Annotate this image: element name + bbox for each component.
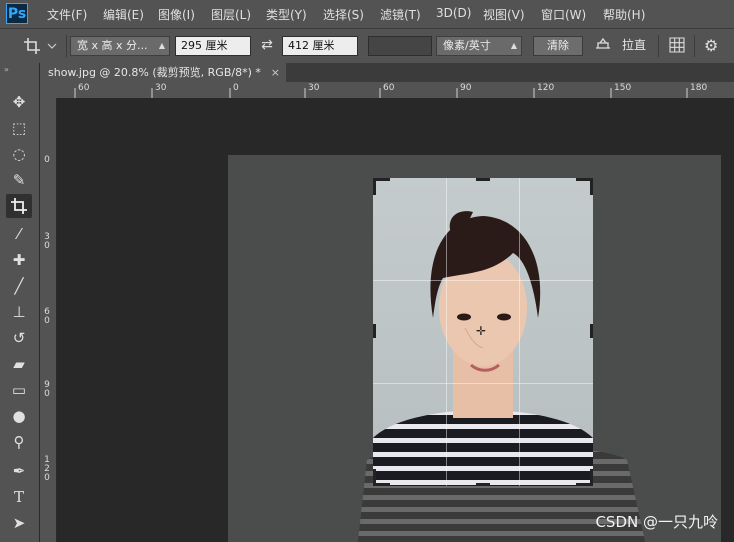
crop-handle-top[interactable] — [476, 178, 490, 181]
move-tool-icon[interactable]: ✥ — [6, 90, 32, 114]
document-tab[interactable]: show.jpg @ 20.8% (裁剪预览, RGB/8*) * × — [40, 63, 286, 82]
crop-handle-top-left[interactable] — [373, 178, 390, 195]
clone-stamp-tool-icon[interactable]: ⊥ — [6, 300, 32, 324]
ruler-label: 0 — [44, 155, 50, 165]
menu-filter[interactable]: 滤镜(T) — [380, 6, 421, 23]
quick-select-tool-icon[interactable]: ✎ — [6, 168, 32, 192]
menu-window[interactable]: 窗口(W) — [541, 6, 586, 23]
path-select-tool-icon[interactable]: ➤ — [6, 511, 32, 535]
ruler-label: 30 — [308, 83, 320, 93]
crop-center-target-icon: ✛ — [476, 324, 487, 338]
updown-arrow-icon: ▲▼ — [510, 41, 517, 50]
menu-bar: Ps 文件(F) 编辑(E) 图像(I) 图层(L) 类型(Y) 选择(S) 滤… — [0, 0, 734, 29]
ruler-label: 180 — [690, 83, 708, 93]
eraser-tool-icon[interactable]: ▰ — [6, 352, 32, 376]
tools-panel: » ✥ ⬚ ◌ ✎ ⁄ ✚ ╱ ⊥ ↺ ▰ ▭ ● ⚲ ✒ T ➤ — [0, 63, 40, 542]
straighten-icon[interactable] — [594, 36, 614, 56]
menu-select[interactable]: 选择(S) — [323, 6, 364, 23]
ruler-label: 120 — [537, 83, 555, 93]
resolution-unit-value: 像素/英寸 — [443, 39, 491, 52]
ruler-origin[interactable] — [40, 82, 56, 98]
dodge-tool-icon[interactable]: ⚲ — [6, 430, 32, 454]
crop-tool-icon[interactable] — [6, 194, 32, 218]
ratio-dropdown-value: 宽 x 高 x 分... — [77, 39, 148, 52]
ruler-label: 6 0 — [44, 307, 50, 326]
width-field[interactable]: 295 厘米 — [175, 36, 251, 56]
crop-grid-line — [519, 178, 520, 486]
marquee-tool-icon[interactable]: ⬚ — [6, 116, 32, 140]
ruler-label: 150 — [614, 83, 632, 93]
ruler-label: 9 0 — [44, 380, 50, 399]
separator — [66, 35, 67, 57]
ruler-label: 1 2 0 — [44, 455, 50, 483]
menu-help[interactable]: 帮助(H) — [603, 6, 645, 23]
crop-handle-bottom[interactable] — [476, 483, 490, 486]
eyedropper-tool-icon[interactable]: ⁄ — [6, 222, 32, 246]
brush-tool-icon[interactable]: ╱ — [6, 274, 32, 298]
ruler-label: 3 0 — [44, 232, 50, 251]
crop-handle-bottom-left[interactable] — [373, 469, 390, 486]
ruler-label: 60 — [78, 83, 90, 93]
menu-image[interactable]: 图像(I) — [158, 6, 195, 23]
menu-3d[interactable]: 3D(D) — [436, 6, 471, 20]
separator — [658, 35, 659, 57]
lasso-tool-icon[interactable]: ◌ — [6, 142, 32, 166]
crop-handle-right[interactable] — [590, 324, 593, 338]
document-tab-title: show.jpg @ 20.8% (裁剪预览, RGB/8*) * — [48, 66, 261, 79]
crop-handle-left[interactable] — [373, 324, 376, 338]
crop-tool-preset-icon[interactable] — [22, 36, 60, 56]
menu-view[interactable]: 视图(V) — [483, 6, 525, 23]
menu-layer[interactable]: 图层(L) — [211, 6, 251, 23]
horizontal-ruler[interactable]: 60 30 0 30 60 90 120 150 180 — [56, 82, 734, 99]
ruler-label: 0 — [233, 83, 239, 93]
height-field[interactable]: 412 厘米 — [282, 36, 358, 56]
ruler-label: 90 — [460, 83, 472, 93]
resolution-field[interactable] — [368, 36, 432, 56]
canvas-area[interactable]: ✛ CSDN @一只九呤 — [57, 98, 734, 542]
ratio-dropdown[interactable]: 宽 x 高 x 分... ▲▼ — [70, 36, 170, 56]
document-tab-bar: show.jpg @ 20.8% (裁剪预览, RGB/8*) * × — [40, 63, 734, 82]
resolution-unit-dropdown[interactable]: 像素/英寸 ▲▼ — [436, 36, 522, 56]
options-bar: 宽 x 高 x 分... ▲▼ 295 厘米 ⇄ 412 厘米 像素/英寸 ▲▼… — [0, 29, 734, 64]
blur-tool-icon[interactable]: ● — [6, 404, 32, 428]
watermark-text: CSDN @一只九呤 — [595, 513, 718, 531]
close-icon[interactable]: × — [271, 63, 280, 82]
ruler-label: 30 — [155, 83, 167, 93]
healing-brush-tool-icon[interactable]: ✚ — [6, 248, 32, 272]
type-tool-icon[interactable]: T — [6, 485, 32, 509]
crop-grid-line — [446, 178, 447, 486]
ruler-label: 60 — [383, 83, 395, 93]
photoshop-logo: Ps — [6, 3, 28, 24]
updown-arrow-icon: ▲▼ — [158, 41, 165, 50]
gradient-tool-icon[interactable]: ▭ — [6, 378, 32, 402]
menu-type[interactable]: 类型(Y) — [266, 6, 307, 23]
history-brush-tool-icon[interactable]: ↺ — [6, 326, 32, 350]
crop-handle-top-right[interactable] — [576, 178, 593, 195]
gear-icon[interactable]: ⚙ — [704, 36, 724, 56]
crop-grid-line — [373, 383, 593, 384]
collapse-arrows-icon[interactable]: » — [4, 65, 9, 74]
separator — [694, 35, 695, 57]
grid-overlay-icon[interactable] — [668, 36, 688, 56]
straighten-label[interactable]: 拉直 — [622, 36, 646, 56]
clear-button[interactable]: 清除 — [533, 36, 583, 56]
vertical-ruler[interactable]: 0 3 0 6 0 9 0 1 2 0 — [40, 98, 57, 542]
swap-icon[interactable]: ⇄ — [256, 36, 278, 56]
pen-tool-icon[interactable]: ✒ — [6, 459, 32, 483]
menu-file[interactable]: 文件(F) — [47, 6, 87, 23]
crop-handle-bottom-right[interactable] — [576, 469, 593, 486]
menu-edit[interactable]: 编辑(E) — [103, 6, 144, 23]
crop-grid-line — [373, 280, 593, 281]
